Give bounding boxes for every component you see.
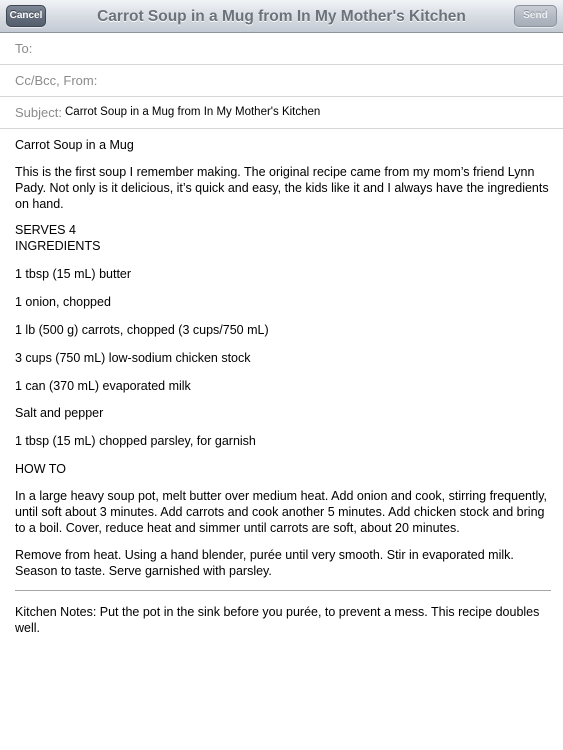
- subject-label: Subject:: [15, 105, 62, 120]
- ingredient-item: 1 lb (500 g) carrots, chopped (3 cups/75…: [15, 323, 269, 337]
- ingredients-title: INGREDIENTS: [15, 239, 101, 253]
- divider: [15, 590, 551, 591]
- serves-text: SERVES 4: [15, 223, 76, 237]
- howto-title: HOW TO: [15, 462, 66, 476]
- ingredient-item: 1 can (370 mL) evaporated milk: [15, 379, 191, 393]
- recipe-heading: Carrot Soup in a Mug: [15, 138, 134, 152]
- cc-bcc-from-label: Cc/Bcc, From:: [15, 73, 98, 88]
- ingredient-item: 1 tbsp (15 mL) butter: [15, 267, 132, 281]
- cancel-button[interactable]: Cancel: [6, 5, 46, 27]
- to-label: To:: [15, 41, 33, 56]
- navigation-bar: Cancel Carrot Soup in a Mug from In My M…: [0, 0, 563, 33]
- kitchen-notes: Kitchen Notes: Put the pot in the sink b…: [15, 605, 540, 635]
- instruction-step: In a large heavy soup pot, melt butter o…: [15, 489, 548, 535]
- subject-field[interactable]: Subject: Carrot Soup in a Mug from In My…: [0, 97, 563, 129]
- ingredient-item: 3 cups (750 mL) low-sodium chicken stock: [15, 351, 251, 365]
- ingredient-item: 1 tbsp (15 mL) chopped parsley, for garn…: [15, 434, 256, 448]
- recipe-intro: This is the first soup I remember making…: [15, 165, 549, 211]
- page-title: Carrot Soup in a Mug from In My Mother's…: [97, 8, 466, 25]
- send-button[interactable]: Send: [514, 5, 557, 27]
- to-field[interactable]: To:: [0, 33, 563, 65]
- ingredient-item: 1 onion, chopped: [15, 295, 111, 309]
- instruction-step: Remove from heat. Using a hand blender, …: [15, 548, 514, 578]
- ingredient-item: Salt and pepper: [15, 406, 104, 420]
- cc-bcc-from-field[interactable]: Cc/Bcc, From:: [0, 65, 563, 97]
- subject-value: Carrot Soup in a Mug from In My Mother's…: [65, 106, 321, 118]
